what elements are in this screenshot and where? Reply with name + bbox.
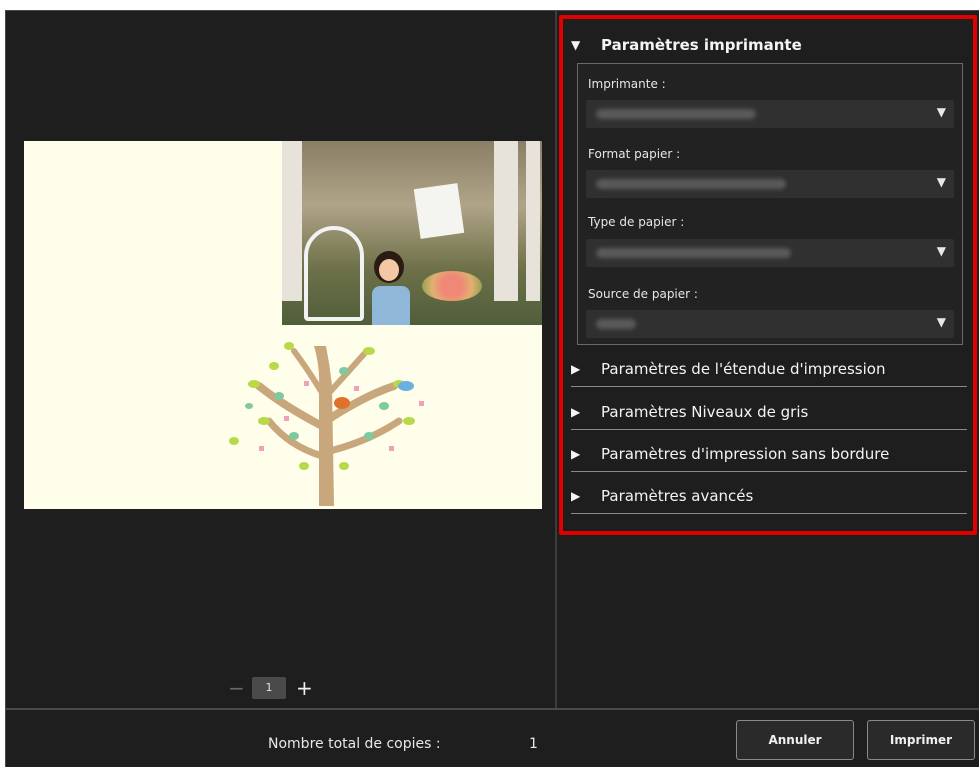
photo-image bbox=[282, 141, 542, 325]
grayscale-title: Paramètres Niveaux de gris bbox=[601, 403, 809, 421]
borderless-header[interactable]: ▶ Paramètres d'impression sans bordure bbox=[571, 440, 889, 468]
divider bbox=[571, 513, 967, 514]
divider bbox=[571, 471, 967, 472]
printer-settings-header[interactable]: ▼ Paramètres imprimante bbox=[571, 31, 802, 59]
print-range-title: Paramètres de l'étendue d'impression bbox=[601, 360, 886, 378]
zoom-in-button[interactable]: + bbox=[296, 676, 313, 700]
triangle-right-icon: ▶ bbox=[571, 447, 581, 461]
paper-size-select[interactable]: ▼ bbox=[586, 170, 954, 198]
total-copies-value: 1 bbox=[529, 736, 538, 752]
print-dialog: − 1 + ▼ Paramètres imprimante Imprimante… bbox=[5, 10, 979, 767]
divider bbox=[571, 429, 967, 430]
settings-pane: ▼ Paramètres imprimante Imprimante : ▼ F… bbox=[559, 11, 979, 708]
triangle-right-icon: ▶ bbox=[571, 362, 581, 376]
paper-source-label: Source de papier : bbox=[588, 287, 698, 301]
triangle-right-icon: ▶ bbox=[571, 405, 581, 419]
printer-label: Imprimante : bbox=[588, 77, 666, 91]
print-range-header[interactable]: ▶ Paramètres de l'étendue d'impression bbox=[571, 355, 885, 383]
grayscale-header[interactable]: ▶ Paramètres Niveaux de gris bbox=[571, 398, 808, 426]
total-copies-label: Nombre total de copies : bbox=[268, 736, 441, 752]
paper-type-label: Type de papier : bbox=[588, 215, 685, 229]
print-button[interactable]: Imprimer bbox=[867, 720, 975, 760]
bottom-bar: Nombre total de copies : 1 Annuler Impri… bbox=[6, 708, 979, 767]
page-number-field[interactable]: 1 bbox=[252, 677, 286, 699]
chevron-down-icon: ▼ bbox=[936, 315, 946, 329]
triangle-down-icon: ▼ bbox=[571, 38, 581, 52]
zoom-out-button[interactable]: − bbox=[228, 676, 245, 700]
printer-settings-panel: Imprimante : ▼ Format papier : ▼ Type de… bbox=[577, 63, 963, 345]
tree-illustration bbox=[229, 342, 424, 506]
borderless-title: Paramètres d'impression sans bordure bbox=[601, 445, 890, 463]
preview-pane: − 1 + bbox=[6, 11, 557, 708]
paper-source-select[interactable]: ▼ bbox=[586, 310, 954, 338]
page-navigator: − 1 + bbox=[228, 676, 313, 700]
printer-settings-title: Paramètres imprimante bbox=[601, 36, 802, 54]
paper-size-label: Format papier : bbox=[588, 147, 681, 161]
chevron-down-icon: ▼ bbox=[936, 105, 946, 119]
divider bbox=[571, 386, 967, 387]
triangle-right-icon: ▶ bbox=[571, 489, 581, 503]
page-preview bbox=[24, 141, 542, 509]
paper-type-select[interactable]: ▼ bbox=[586, 239, 954, 267]
advanced-title: Paramètres avancés bbox=[601, 487, 754, 505]
printer-select[interactable]: ▼ bbox=[586, 100, 954, 128]
chevron-down-icon: ▼ bbox=[936, 244, 946, 258]
advanced-header[interactable]: ▶ Paramètres avancés bbox=[571, 482, 753, 510]
cancel-button[interactable]: Annuler bbox=[736, 720, 854, 760]
chevron-down-icon: ▼ bbox=[936, 175, 946, 189]
